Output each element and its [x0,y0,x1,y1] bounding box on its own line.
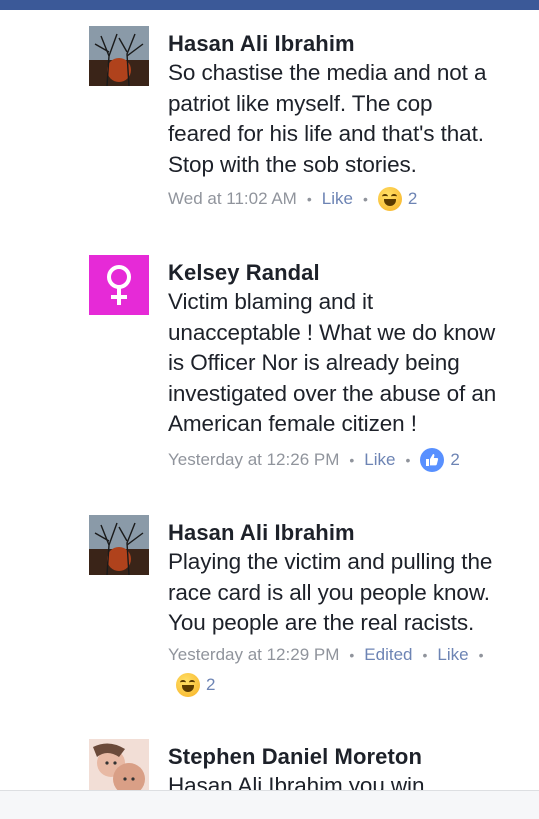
separator-dot: • [349,452,355,468]
comment-text: So chastise the media and not a patriot … [168,60,487,177]
bottom-bar [0,790,539,819]
separator-dot: • [306,191,312,207]
like-thumb-icon[interactable] [420,448,445,472]
avatar[interactable] [89,515,149,575]
comment-author[interactable]: Stephen Daniel Moreton [168,744,422,770]
reaction-count[interactable]: 2 [408,189,417,209]
haha-emoji-icon[interactable] [377,187,402,211]
comment-meta: Yesterday at 12:29 PM • Edited • Like • [168,645,493,665]
like-button[interactable]: Like [364,450,395,470]
separator-dot: • [362,191,368,207]
reaction-count[interactable]: 2 [206,675,215,695]
comment-timestamp[interactable]: Wed at 11:02 AM [168,189,297,209]
comment-text: Victim blaming and it unacceptable ! Wha… [168,289,497,436]
comment-text: Playing the victim and pulling the race … [168,549,493,635]
comment-meta: Yesterday at 12:26 PM • Like • 2 [168,448,460,472]
avatar[interactable] [89,255,149,315]
separator-dot: • [405,452,411,468]
separator-dot: • [478,647,484,663]
like-button[interactable]: Like [322,189,353,209]
separator-dot: • [422,647,428,663]
separator-dot: • [349,647,355,663]
comment-author[interactable]: Kelsey Randal [168,260,320,286]
top-app-bar [0,0,539,10]
edited-label[interactable]: Edited [364,645,412,665]
comment-author[interactable]: Hasan Ali Ibrahim [168,31,355,57]
comment-meta: Wed at 11:02 AM • Like • 2 [168,187,417,211]
haha-emoji-icon[interactable] [176,673,200,697]
comment-reactions: 2 [176,673,215,697]
avatar[interactable] [89,26,149,86]
like-button[interactable]: Like [437,645,468,665]
comment-timestamp[interactable]: Yesterday at 12:29 PM [168,645,339,665]
reaction-count[interactable]: 2 [450,450,459,470]
female-symbol-icon [89,255,149,315]
comment-author[interactable]: Hasan Ali Ibrahim [168,520,355,546]
comment-timestamp[interactable]: Yesterday at 12:26 PM [168,450,339,470]
